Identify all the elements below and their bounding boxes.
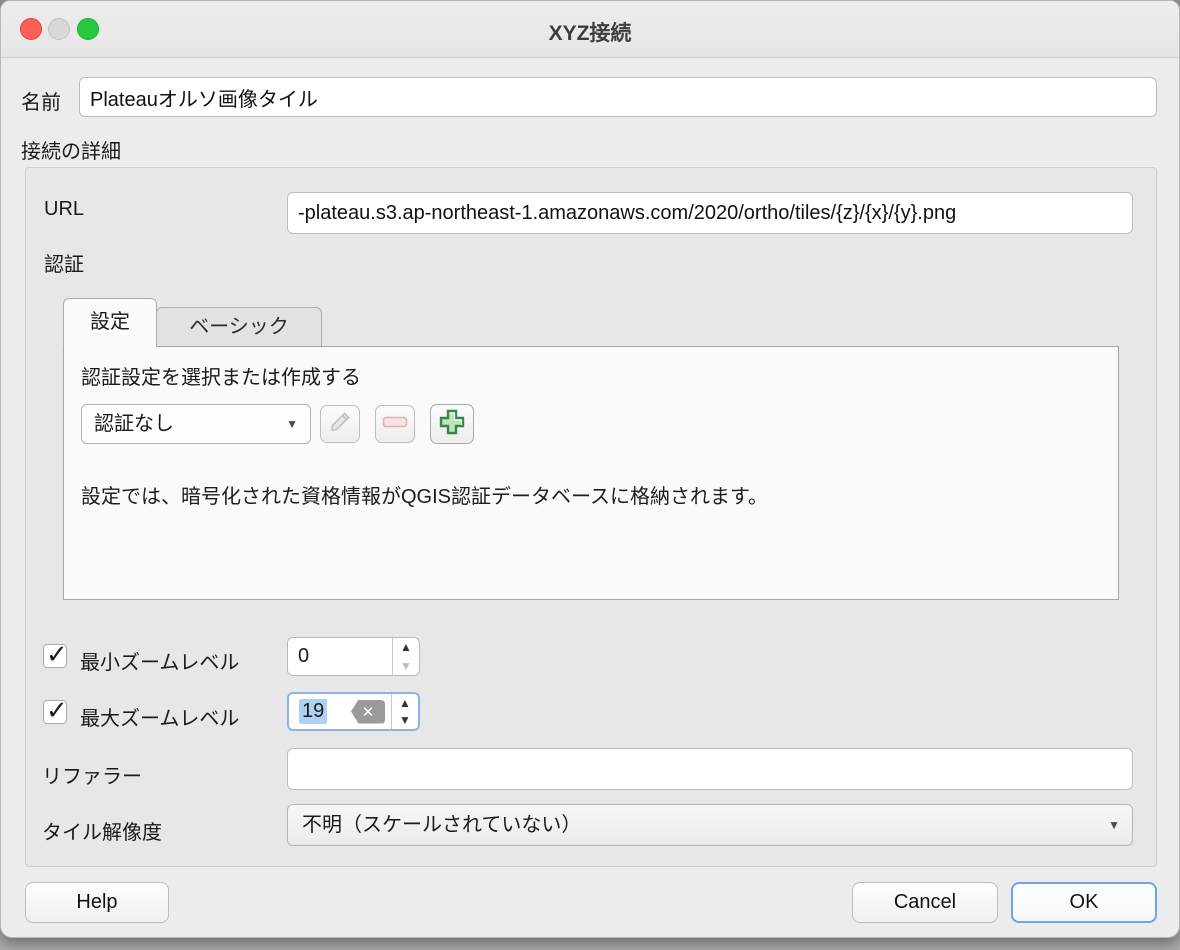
ok-button[interactable]: OK [1011,882,1157,923]
min-zoom-value[interactable]: 0 [288,638,392,675]
max-zoom-value[interactable]: 19 [289,694,351,729]
url-input[interactable] [287,192,1133,234]
tile-resolution-value: 不明（スケールされていない） [302,814,581,836]
xyz-connection-dialog: XYZ接続 名前 接続の詳細 URL 認証 設定 ベーシック 認証設定を選択また… [0,0,1180,938]
add-auth-button[interactable] [430,404,474,444]
tile-resolution-dropdown[interactable]: 不明（スケールされていない） ▼ [287,804,1133,846]
connection-details-group: URL 認証 設定 ベーシック 認証設定を選択または作成する 認証なし ▼ [25,167,1157,867]
max-zoom-spinner: ▲ ▼ [391,694,418,729]
auth-select-prompt: 認証設定を選択または作成する [81,361,361,390]
clear-text-icon[interactable]: ✕ [351,700,385,724]
tab-basic[interactable]: ベーシック [156,307,322,347]
tile-resolution-label: タイル解像度 [42,816,162,845]
selected-text: 19 [299,699,327,724]
referer-label: リファラー [42,760,142,789]
url-label: URL [44,198,84,221]
help-button[interactable]: Help [25,882,169,923]
auth-storage-note: 設定では、暗号化された資格情報がQGIS認証データベースに格納されます。 [81,480,768,509]
min-zoom-label: 最小ズームレベル [80,646,239,675]
spin-up-icon[interactable]: ▲ [392,694,418,712]
auth-config-dropdown-value: 認証なし [94,413,174,435]
window-title: XYZ接続 [1,17,1179,47]
auth-config-dropdown[interactable]: 認証なし ▼ [81,404,311,444]
minus-icon [382,415,408,434]
min-zoom-spinner: ▲ ▼ [392,638,419,675]
chevron-down-icon: ▼ [286,405,298,443]
referer-input[interactable] [287,748,1133,790]
spin-down-icon[interactable]: ▼ [392,712,418,730]
authentication-label: 認証 [44,248,84,277]
name-input[interactable] [79,77,1157,117]
max-zoom-label: 最大ズームレベル [80,702,239,731]
plus-icon [438,408,466,441]
spin-down-icon[interactable]: ▼ [393,657,419,676]
max-zoom-checkbox[interactable]: ✓ [43,700,67,724]
check-icon: ✓ [46,695,68,726]
tab-settings[interactable]: 設定 [63,298,157,347]
remove-auth-button[interactable] [375,405,415,443]
check-icon: ✓ [46,639,68,670]
chevron-down-icon: ▼ [1108,805,1120,845]
cancel-button[interactable]: Cancel [852,882,998,923]
titlebar: XYZ接続 [1,1,1179,58]
name-label: 名前 [21,86,61,115]
min-zoom-spinbox[interactable]: 0 ▲ ▼ [287,637,420,676]
pencil-icon [328,410,352,439]
edit-auth-button[interactable] [320,405,360,443]
max-zoom-spinbox[interactable]: 19 ✕ ▲ ▼ [287,692,420,731]
connection-details-label: 接続の詳細 [21,135,121,164]
min-zoom-checkbox[interactable]: ✓ [43,644,67,668]
spin-up-icon[interactable]: ▲ [393,638,419,657]
auth-settings-panel: 認証設定を選択または作成する 認証なし ▼ [63,346,1119,600]
